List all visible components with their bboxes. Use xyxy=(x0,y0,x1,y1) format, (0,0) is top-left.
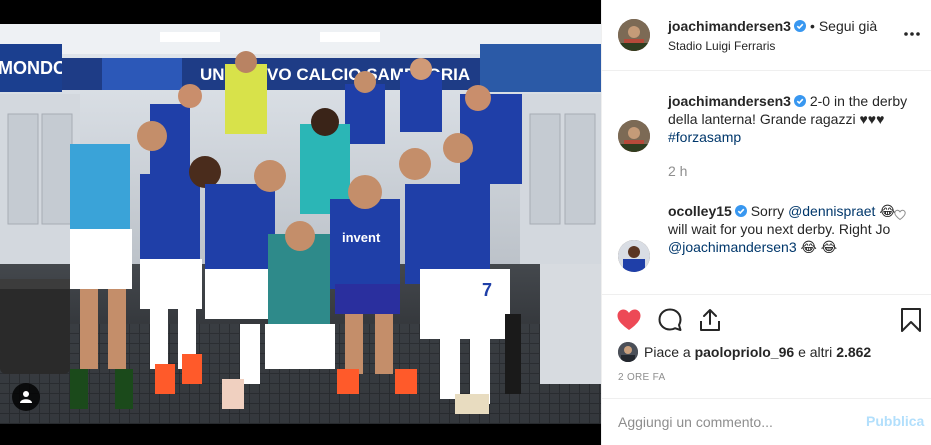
user-tag-button[interactable] xyxy=(12,383,40,411)
commenter-avatar[interactable] xyxy=(618,240,650,272)
comment-icon[interactable] xyxy=(657,307,683,333)
comments-list[interactable]: joachimandersen3 2-0 in the derby della … xyxy=(602,72,931,294)
verified-badge-icon xyxy=(793,95,806,107)
likes-summary[interactable]: Piace a paolopriolo_96 e altri 2.862 xyxy=(618,341,871,363)
post-photo[interactable]: MONDO UN NUOVO CALCIO SAMPDORIA invent 7 xyxy=(0,24,601,424)
more-options-icon[interactable] xyxy=(902,24,922,44)
verified-badge-icon xyxy=(793,20,806,32)
comment-text-1: Sorry xyxy=(750,203,785,219)
author-username[interactable]: joachimandersen3 xyxy=(668,18,791,34)
likes-prefix: Piace a xyxy=(644,344,691,360)
caption-hashtag[interactable]: #forzasamp xyxy=(668,129,741,145)
share-icon[interactable] xyxy=(697,307,723,333)
post-actions: Piace a paolopriolo_96 e altri 2.862 2 O… xyxy=(602,294,931,406)
follow-status-button[interactable]: Segui già xyxy=(819,18,877,34)
author-avatar[interactable] xyxy=(618,19,650,51)
comment-text-block: ocolley15 Sorry @dennispraet 😂will wait … xyxy=(668,202,903,256)
liker-avatar[interactable] xyxy=(618,342,638,362)
caption-comment: joachimandersen3 2-0 in the derby della … xyxy=(618,92,918,152)
post-location[interactable]: Stadio Luigi Ferraris xyxy=(668,39,775,53)
verified-badge-icon xyxy=(734,205,747,217)
commenter-username[interactable]: ocolley15 xyxy=(668,203,732,219)
comment-mention-2[interactable]: @joachimandersen3 xyxy=(668,239,797,255)
caption-text-block: joachimandersen3 2-0 in the derby della … xyxy=(668,92,908,146)
comment-text-3: 😂 😂 xyxy=(800,239,838,255)
user-tag-icon xyxy=(20,391,32,403)
caption-author-avatar[interactable] xyxy=(618,120,650,152)
heart-icon[interactable] xyxy=(616,307,642,333)
bookmark-icon[interactable] xyxy=(898,307,924,333)
add-comment-bar: Pubblica xyxy=(602,398,931,445)
comment-input[interactable] xyxy=(618,411,848,433)
likes-suffix: e altri xyxy=(798,344,833,360)
post-header: joachimandersen3 • Segui già Stadio Luigi … xyxy=(602,0,931,71)
shirt-number-text: 7 xyxy=(482,280,492,300)
post-side-panel: joachimandersen3 • Segui già Stadio Luigi … xyxy=(601,0,931,445)
comment-like-heart-icon[interactable] xyxy=(894,209,906,221)
post-time-ago: 2 ORE FA xyxy=(618,372,666,383)
comment-item: ocolley15 Sorry @dennispraet 😂will wait … xyxy=(618,202,918,282)
header-line: joachimandersen3 • Segui già xyxy=(668,18,877,34)
likes-count[interactable]: 2.862 xyxy=(836,344,871,360)
caption-time: 2 h xyxy=(668,163,688,179)
liker-username[interactable]: paolopriolo_96 xyxy=(695,344,795,360)
separator-dot: • xyxy=(809,18,815,34)
comment-mention-1[interactable]: @dennispraet xyxy=(788,203,875,219)
publish-button[interactable]: Pubblica xyxy=(866,413,924,429)
caption-author[interactable]: joachimandersen3 xyxy=(668,93,791,109)
post-photo-pane: MONDO UN NUOVO CALCIO SAMPDORIA invent 7 xyxy=(0,0,601,445)
shirt-sponsor-text: invent xyxy=(342,230,381,245)
banner-left-text: MONDO xyxy=(0,58,67,78)
